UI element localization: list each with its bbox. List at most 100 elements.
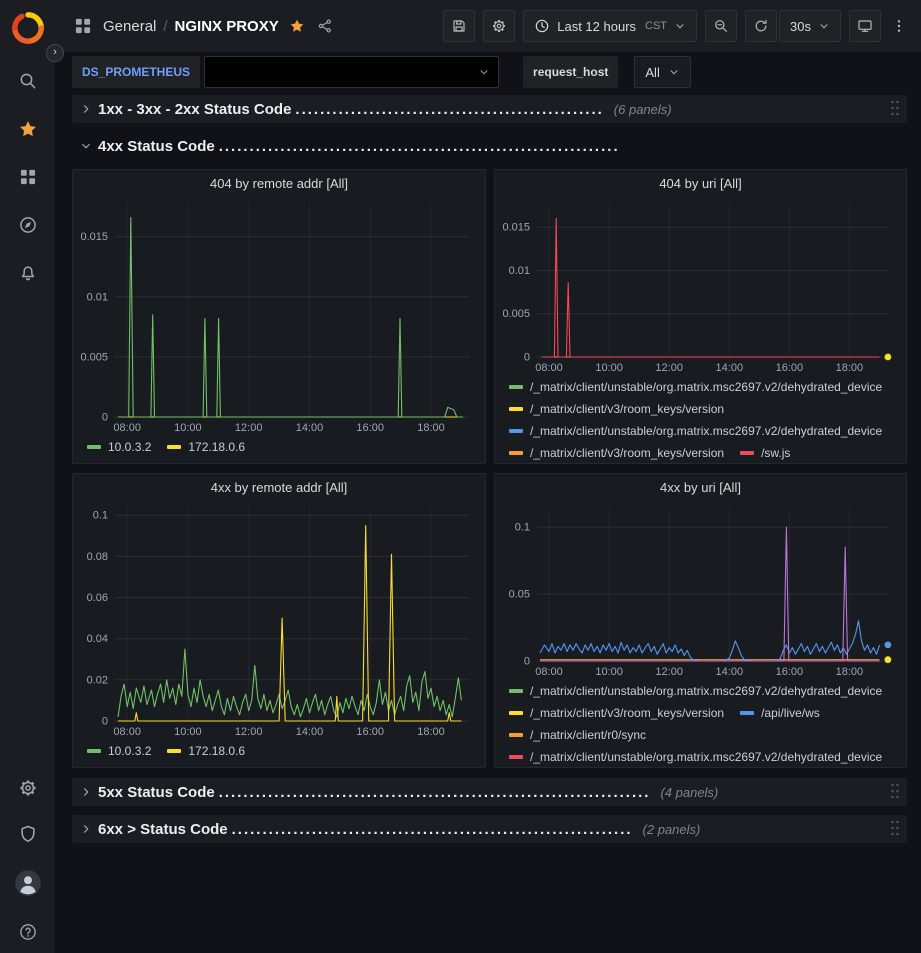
row-drag-handle[interactable] xyxy=(889,782,901,803)
sidebar-item-help[interactable] xyxy=(17,921,39,943)
svg-text:18:00: 18:00 xyxy=(417,422,445,434)
row-title: 4xx Status Code xyxy=(98,138,215,155)
row-title: 5xx Status Code xyxy=(98,784,215,801)
row-5xx[interactable]: 5xx Status Code ........................… xyxy=(72,778,907,806)
request-host-variable-value[interactable]: All xyxy=(634,56,690,88)
tv-mode-button[interactable] xyxy=(849,10,881,42)
favorite-star-icon[interactable] xyxy=(289,18,305,34)
breadcrumb-separator: / xyxy=(163,18,167,35)
row-1xx-3xx-2xx[interactable]: 1xx - 3xx - 2xx Status Code ............… xyxy=(72,95,907,123)
row-title-leader: ........................................… xyxy=(232,821,633,838)
legend-swatch xyxy=(509,429,523,433)
main-area: General / NGINX PROXY xyxy=(55,0,921,953)
svg-text:10:00: 10:00 xyxy=(174,422,202,434)
legend-item[interactable]: /_matrix/client/r0/sync xyxy=(509,725,646,745)
svg-text:14:00: 14:00 xyxy=(296,726,324,738)
shield-icon xyxy=(18,824,38,844)
svg-text:16:00: 16:00 xyxy=(356,422,384,434)
clock-icon xyxy=(534,18,550,34)
legend-item[interactable]: /_matrix/client/v3/room_keys/version xyxy=(509,703,724,723)
dashboard-settings-button[interactable] xyxy=(483,10,515,42)
user-avatar[interactable] xyxy=(14,869,42,897)
sidebar-item-alerting[interactable] xyxy=(17,262,39,284)
save-dashboard-button[interactable] xyxy=(443,10,475,42)
svg-text:0.06: 0.06 xyxy=(87,592,108,604)
legend-item[interactable]: /_matrix/client/unstable/org.matrix.msc2… xyxy=(509,421,882,441)
row-title-leader: ........................................… xyxy=(219,784,651,801)
dashboards-grid-icon xyxy=(18,167,38,187)
legend-item[interactable]: /sw.js xyxy=(740,443,790,463)
sidebar: › xyxy=(0,0,55,953)
chevron-right-icon xyxy=(80,103,92,115)
legend-swatch xyxy=(509,733,523,737)
legend-label: /_matrix/client/unstable/org.matrix.msc2… xyxy=(530,421,882,441)
svg-text:08:00: 08:00 xyxy=(535,666,563,678)
svg-text:10:00: 10:00 xyxy=(595,666,623,678)
sidebar-item-admin[interactable] xyxy=(17,823,39,845)
row-drag-handle[interactable] xyxy=(889,819,901,840)
breadcrumb-folder[interactable]: General xyxy=(103,18,156,35)
panel-404-by-remote-addr: 404 by remote addr [All] 00.0050.010.015… xyxy=(72,169,486,464)
panel-title[interactable]: 4xx by uri [All] xyxy=(495,474,906,501)
chevron-right-icon xyxy=(80,786,92,798)
sidebar-item-search[interactable] xyxy=(17,70,39,92)
chevron-right-icon xyxy=(80,823,92,835)
refresh-button[interactable] xyxy=(745,10,777,42)
sidebar-bottom-items xyxy=(14,777,42,943)
legend-label: /_matrix/client/v3/room_keys/version xyxy=(530,703,724,723)
sidebar-item-dashboards[interactable] xyxy=(17,166,39,188)
legend-label: /_matrix/client/v3/room_keys/version xyxy=(530,443,724,463)
sidebar-item-explore[interactable] xyxy=(17,214,39,236)
svg-text:14:00: 14:00 xyxy=(716,666,744,678)
datasource-variable-value[interactable] xyxy=(204,56,499,88)
datasource-variable-label[interactable]: DS_PROMETHEUS xyxy=(72,56,200,88)
legend-label: /_matrix/client/v3/room_keys/version xyxy=(530,399,724,419)
legend-swatch xyxy=(87,749,101,753)
legend-swatch xyxy=(509,407,523,411)
legend-swatch xyxy=(87,445,101,449)
expand-sidebar-button[interactable]: › xyxy=(46,44,64,62)
legend-item[interactable]: /_matrix/client/unstable/org.matrix.msc2… xyxy=(509,747,882,767)
legend-item[interactable]: 10.0.3.2 xyxy=(87,437,151,457)
zoom-out-time-button[interactable] xyxy=(705,10,737,42)
svg-text:08:00: 08:00 xyxy=(113,422,141,434)
panel-title[interactable]: 404 by uri [All] xyxy=(495,170,906,197)
legend-item[interactable]: /api/live/ws xyxy=(740,703,820,723)
panel-title[interactable]: 4xx by remote addr [All] xyxy=(73,474,485,501)
chart-404-by-remote-addr[interactable]: 00.0050.010.01508:0010:0012:0014:0016:00… xyxy=(73,197,485,435)
request-host-variable-label[interactable]: request_host xyxy=(523,56,618,88)
row-panel-count: (6 panels) xyxy=(614,102,672,117)
dashboard-title[interactable]: NGINX PROXY xyxy=(175,18,279,35)
panel-title[interactable]: 404 by remote addr [All] xyxy=(73,170,485,197)
legend-swatch xyxy=(167,445,181,449)
svg-text:10:00: 10:00 xyxy=(595,362,623,374)
chart-4xx-by-uri[interactable]: 00.050.108:0010:0012:0014:0016:0018:00 xyxy=(495,501,906,679)
legend-item[interactable]: 172.18.0.6 xyxy=(167,437,245,457)
more-options-kebab-icon[interactable] xyxy=(891,18,907,34)
chart-4xx-by-remote-addr[interactable]: 00.020.040.060.080.108:0010:0012:0014:00… xyxy=(73,501,485,739)
panel-4xx-by-remote-addr: 4xx by remote addr [All] 00.020.040.060.… xyxy=(72,473,486,768)
row-4xx[interactable]: 4xx Status Code ........................… xyxy=(72,132,907,160)
refresh-interval-picker[interactable]: 30s xyxy=(779,10,841,42)
legend-item[interactable]: /_matrix/client/v3/room_keys/version xyxy=(509,399,724,419)
sidebar-item-starred[interactable] xyxy=(17,118,39,140)
chart-404-by-uri[interactable]: 00.0050.010.01508:0010:0012:0014:0016:00… xyxy=(495,197,906,375)
svg-text:08:00: 08:00 xyxy=(113,726,141,738)
legend-item[interactable]: 10.0.3.2 xyxy=(87,741,151,761)
legend-item[interactable]: 172.18.0.6 xyxy=(167,741,245,761)
legend-item[interactable]: /_matrix/client/v3/room_keys/version xyxy=(509,443,724,463)
sidebar-item-configuration[interactable] xyxy=(17,777,39,799)
legend-label: /_matrix/client/unstable/org.matrix.msc2… xyxy=(530,681,882,701)
grafana-app: › xyxy=(0,0,921,953)
legend-item[interactable]: /_matrix/client/unstable/org.matrix.msc2… xyxy=(509,681,882,701)
row-drag-handle[interactable] xyxy=(889,99,901,120)
row-panel-count: (2 panels) xyxy=(643,822,701,837)
grafana-logo[interactable] xyxy=(10,10,46,46)
share-icon[interactable] xyxy=(317,18,333,34)
help-icon xyxy=(18,922,38,942)
svg-text:12:00: 12:00 xyxy=(655,666,683,678)
legend-item[interactable]: /_matrix/client/unstable/org.matrix.msc2… xyxy=(509,377,882,397)
time-range-picker[interactable]: Last 12 hours CST xyxy=(523,10,697,42)
svg-text:18:00: 18:00 xyxy=(836,666,864,678)
row-6xx[interactable]: 6xx > Status Code ......................… xyxy=(72,815,907,843)
